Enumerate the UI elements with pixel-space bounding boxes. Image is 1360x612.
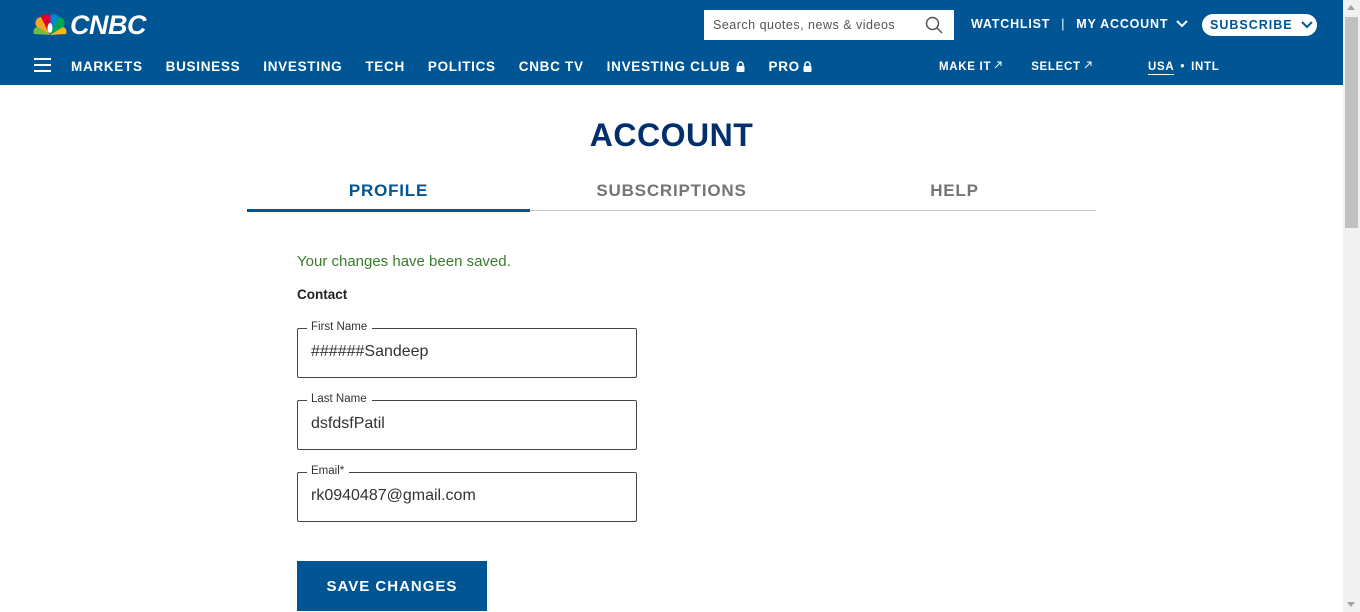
first-name-field: First Name [297, 321, 637, 378]
nav-item-investing[interactable]: INVESTING [263, 59, 342, 74]
external-link-icon [994, 61, 1002, 69]
nav-item-investing-club[interactable]: INVESTING CLUB [607, 59, 746, 74]
logo-text: CNBC [70, 9, 147, 40]
last-name-input[interactable] [311, 415, 621, 433]
save-changes-button[interactable]: SAVE CHANGES [297, 561, 487, 611]
main-nav: MARKETS BUSINESS INVESTING TECH POLITICS… [0, 52, 1343, 82]
nav-item-label: CNBC TV [518, 59, 584, 74]
nav-items: MARKETS BUSINESS INVESTING TECH POLITICS… [71, 59, 835, 74]
region-dot: • [1180, 61, 1186, 73]
lock-icon [736, 61, 745, 72]
required-mark: * [339, 465, 345, 477]
first-name-input[interactable] [311, 343, 621, 361]
nav-item-label: TECH [365, 59, 405, 74]
last-name-field: Last Name [297, 393, 637, 450]
site-header: CNBC WATCHLIST | MY ACCOUNT SUBSCRIBE MA… [0, 0, 1343, 85]
region-switch: USA • INTL [1148, 61, 1219, 75]
external-links: MAKE IT SELECT [939, 61, 1121, 73]
scroll-up-icon[interactable] [1347, 5, 1355, 10]
search-box [704, 10, 954, 40]
tab-subscriptions[interactable]: SUBSCRIPTIONS [530, 180, 813, 210]
nav-item-cnbc-tv[interactable]: CNBC TV [519, 59, 584, 74]
nav-item-business[interactable]: BUSINESS [166, 59, 241, 74]
email-label: Email [311, 465, 340, 477]
select-link[interactable]: SELECT [1031, 61, 1092, 73]
select-label: SELECT [1031, 61, 1081, 73]
email-input[interactable] [311, 487, 621, 505]
nav-item-label: MARKETS [71, 59, 143, 74]
search-input[interactable] [713, 18, 913, 32]
nav-item-label: BUSINESS [165, 59, 241, 74]
external-link-icon [1084, 61, 1092, 69]
my-account-link[interactable]: MY ACCOUNT [1076, 17, 1168, 31]
lock-icon [803, 61, 812, 72]
nav-item-politics[interactable]: POLITICS [428, 59, 496, 74]
subscribe-label: SUBSCRIBE [1210, 18, 1293, 32]
first-name-label: First Name [307, 321, 373, 333]
nav-item-label: INVESTING [263, 59, 343, 74]
subscribe-button[interactable]: SUBSCRIBE [1202, 14, 1317, 36]
hamburger-menu-icon[interactable] [34, 58, 51, 72]
peacock-icon [33, 14, 67, 36]
email-field: Email* [297, 465, 637, 522]
tab-profile[interactable]: PROFILE [247, 180, 530, 212]
search-icon[interactable] [925, 16, 943, 34]
top-links-separator: | [1061, 17, 1066, 31]
nav-item-tech[interactable]: TECH [365, 59, 405, 74]
nav-item-label: INVESTING CLUB [606, 59, 731, 74]
region-usa[interactable]: USA [1148, 61, 1175, 75]
cnbc-logo[interactable]: CNBC [32, 9, 147, 40]
nav-item-label: POLITICS [427, 59, 496, 74]
top-links: WATCHLIST | MY ACCOUNT [971, 17, 1188, 31]
page-title: ACCOUNT [589, 117, 754, 153]
make-it-link[interactable]: MAKE IT [939, 61, 1002, 73]
nav-item-label: PRO [768, 59, 800, 74]
region-intl[interactable]: INTL [1191, 61, 1219, 75]
tab-help[interactable]: HELP [813, 180, 1096, 210]
nav-item-pro[interactable]: PRO [768, 59, 812, 74]
last-name-label: Last Name [307, 393, 372, 405]
scroll-thumb[interactable] [1345, 17, 1358, 228]
success-message: Your changes have been saved. [297, 253, 511, 270]
make-it-label: MAKE IT [939, 61, 992, 73]
account-tabs: PROFILE SUBSCRIPTIONS HELP [247, 180, 1096, 212]
watchlist-link[interactable]: WATCHLIST [971, 17, 1050, 31]
nav-item-markets[interactable]: MARKETS [71, 59, 143, 74]
email-label-wrap: Email* [307, 465, 350, 477]
chevron-down-icon [1300, 21, 1313, 29]
scroll-down-icon[interactable] [1347, 602, 1355, 607]
chevron-down-icon[interactable] [1176, 20, 1188, 28]
contact-heading: Contact [297, 287, 348, 302]
